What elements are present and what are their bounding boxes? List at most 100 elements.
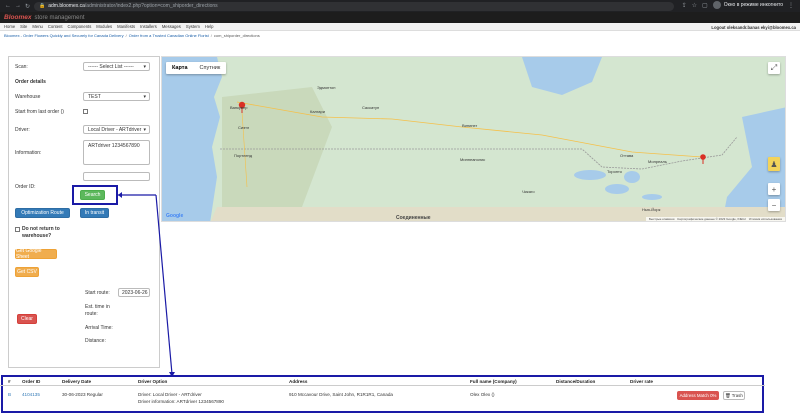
map-label-chicago: Чикаго [522, 189, 535, 194]
start-route-date-input[interactable]: 2023-06-26 [118, 288, 150, 297]
window-icon[interactable]: ▢ [702, 2, 708, 9]
admin-header: Bloomex store management [0, 12, 800, 23]
breadcrumb-separator: / [210, 33, 212, 38]
no-return-label: Do not return to warehouse? [22, 226, 60, 239]
menu-item-manifests[interactable]: Manifests [117, 24, 135, 29]
chevron-down-icon: ▾ [143, 127, 146, 133]
trash-button[interactable]: 🗑 Trash [723, 391, 745, 400]
map-label-calgary: Калгари [310, 109, 325, 114]
back-arrow-icon[interactable]: ← [5, 3, 11, 10]
menu-item-installers[interactable]: Installers [140, 24, 157, 29]
reload-icon[interactable]: ↻ [25, 3, 30, 10]
optimization-route-button[interactable]: Optimization Route [15, 208, 70, 218]
order-id-label: Order ID: [15, 184, 36, 190]
tab-map[interactable]: Карта [166, 62, 194, 74]
menu-item-content[interactable]: Content [48, 24, 63, 29]
scan-select[interactable]: ------ Select List ------ ▾ [83, 62, 150, 71]
menu-item-system[interactable]: System [186, 24, 200, 29]
address-bar[interactable]: 🔒 adm.bloomex.ca /administrator/index2.p… [34, 1, 674, 11]
incognito-icon [712, 1, 721, 9]
breadcrumb: Bloomex - Order Flowers Quickly and Secu… [0, 31, 800, 40]
row-order-id-link[interactable]: 4104135 [22, 392, 40, 397]
menu-item-messages[interactable]: Messages [162, 24, 181, 29]
warehouse-select[interactable]: TEST ▾ [83, 92, 150, 101]
col-header-order-id: Order ID [22, 379, 41, 384]
no-return-checkbox[interactable] [15, 227, 20, 232]
menu-item-components[interactable]: Components [68, 24, 92, 29]
order-form-panel: Scan: ------ Select List ------ ▾ Order … [8, 56, 160, 368]
map-shortcuts-link[interactable]: Быстрые клавиши [649, 217, 674, 221]
map-label-portland: Портленд [234, 153, 253, 158]
order-details-heading: Order details [15, 79, 46, 85]
share-icon[interactable]: ⇪ [682, 2, 687, 9]
menu-item-site[interactable]: Site [20, 24, 27, 29]
fullscreen-icon[interactable]: ⤢ [768, 62, 780, 74]
map-terms-link[interactable]: Условия использования [749, 217, 782, 221]
driver-select[interactable]: Local Driver - ARTdriver ▾ [83, 125, 150, 134]
zoom-out-button[interactable]: − [768, 199, 780, 211]
col-header-delivery: Delivery Date [62, 379, 92, 384]
route-map[interactable]: Карта Спутник ⤢ ♟ + − Ванкувер Сиэтл Пор… [161, 56, 786, 222]
kebab-menu-icon[interactable]: ⋮ [788, 2, 794, 9]
chevron-down-icon: ▾ [143, 64, 146, 70]
menu-item-home[interactable]: Home [4, 24, 15, 29]
col-header-fullname: Full name (Company) [470, 379, 517, 384]
map-label-montreal: Монреаль [648, 159, 667, 164]
start-last-label: Start from last order () [15, 109, 64, 115]
distance-label: Distance: [85, 338, 106, 344]
breadcrumb-item-store[interactable]: Order from a Trusted Canadian Online Flo… [129, 33, 209, 38]
map-label-vancouver: Ванкувер [230, 105, 248, 110]
est-time-label: Est. time in route: [85, 304, 110, 317]
information-textarea[interactable]: ARTdriver 1234567890 [83, 140, 150, 165]
star-icon[interactable]: ☆ [692, 2, 697, 9]
scan-label: Scan: [15, 64, 28, 70]
zoom-in-button[interactable]: + [768, 183, 780, 195]
table-header: # Order ID Delivery Date Driver Option A… [0, 376, 765, 386]
breadcrumb-item-home[interactable]: Bloomex - Order Flowers Quickly and Secu… [4, 33, 124, 38]
map-label-newyork: Нью-Йорк [642, 207, 661, 212]
col-header-distance: Distance/Duration [556, 379, 596, 384]
col-header-address: Address [289, 379, 308, 384]
driver-label: Driver: [15, 127, 30, 133]
col-header-driver: Driver Option [138, 379, 168, 384]
map-label-winnipeg: Винипег [462, 123, 478, 128]
google-sheet-button[interactable]: Get Google Sheet [15, 248, 57, 260]
map-label-saskatoon: Саскатун [362, 105, 380, 110]
map-label-toronto: Торонто [607, 169, 623, 174]
annotation-highlight-search [72, 185, 118, 205]
menu-item-modules[interactable]: Modules [96, 24, 112, 29]
table-row: B 4104135 30-06-2023 Regular Driver: Loc… [0, 386, 765, 412]
orders-table: # Order ID Delivery Date Driver Option A… [0, 376, 765, 413]
pegman-icon[interactable]: ♟ [768, 157, 780, 171]
tab-satellite[interactable]: Спутник [194, 62, 227, 74]
brand-logo: Bloomex [4, 14, 32, 21]
lock-icon: 🔒 [39, 3, 46, 9]
get-csv-button[interactable]: Get CSV [15, 267, 39, 277]
arrival-time-label: Arrival Time: [85, 325, 113, 331]
col-header-rate: Driver rate [630, 379, 653, 384]
in-transit-button[interactable]: In transit [80, 208, 109, 218]
browser-toolbar: ← → ↻ 🔒 adm.bloomex.ca /administrator/in… [0, 0, 800, 12]
col-header-index: # [8, 379, 11, 384]
address-match-button[interactable]: Address Match 0% [677, 391, 719, 400]
map-label-minneapolis: Миннеаполис [460, 157, 486, 162]
map-type-tabs: Карта Спутник [166, 62, 227, 74]
incognito-indicator[interactable]: Окно в режиме инкогнито [712, 1, 783, 9]
order-id-input[interactable] [83, 172, 150, 181]
url-path: /administrator/index2.php?option=com_shi… [84, 3, 218, 9]
forward-arrow-icon[interactable]: → [15, 3, 21, 10]
google-logo: Google [166, 213, 184, 219]
map-data-attribution: Картографические данные © 2023 Google, I… [677, 217, 746, 221]
menu-item-help[interactable]: Help [205, 24, 214, 29]
row-address: 910 Mccavour Drive, Saint John, R1R1R1, … [289, 392, 393, 397]
chevron-down-icon: ▾ [143, 94, 146, 100]
logout-link[interactable]: Logout oleksandr.banas ekyi@bloomex.ca [711, 25, 796, 30]
main-menu: Home Site Menu Content Components Module… [0, 23, 800, 31]
row-driver-line1: Driver: Local Driver - ARTdriver [138, 392, 202, 397]
clear-button[interactable]: Clear [17, 314, 37, 324]
start-last-checkbox[interactable] [83, 109, 88, 114]
map-label-us: Соединенные [396, 215, 431, 221]
menu-item-menu[interactable]: Menu [32, 24, 42, 29]
row-index: B [8, 392, 12, 397]
brand-subtitle: store management [34, 14, 85, 21]
